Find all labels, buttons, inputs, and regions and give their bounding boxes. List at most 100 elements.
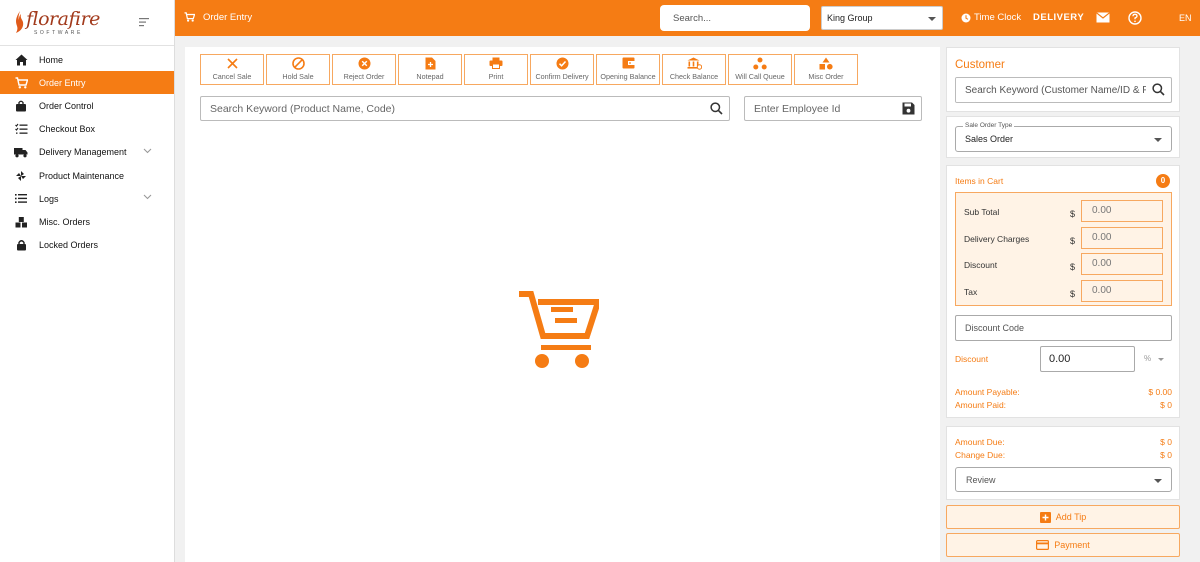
brand-logo[interactable]: florafire SOFTWARE: [14, 8, 100, 38]
delivery-charges-value: 0.00: [1081, 227, 1163, 249]
totals-box: Sub Total $ 0.00 Delivery Charges $ 0.00…: [955, 192, 1172, 306]
subtotal-row: Sub Total $ 0.00: [956, 200, 1171, 224]
save-icon[interactable]: [902, 102, 915, 115]
delivery-link[interactable]: DELIVERY: [1033, 12, 1084, 23]
help-icon[interactable]: [1128, 11, 1142, 25]
sidebar-item-home[interactable]: Home: [0, 48, 174, 71]
confirm-delivery-button[interactable]: Confirm Delivery: [530, 54, 594, 85]
bag-icon: [14, 99, 28, 113]
time-clock-link[interactable]: Time Clock: [961, 12, 1021, 23]
change-due-label: Change Due:: [955, 450, 1006, 460]
total-label: Discount: [964, 260, 998, 270]
action-label: Hold Sale: [282, 72, 314, 81]
opening-balance-button[interactable]: Opening Balance: [596, 54, 660, 85]
cart-summary-card: Items in Cart 0 Sub Total $ 0.00 Deliver…: [946, 165, 1180, 418]
discount-code-input[interactable]: [956, 316, 1171, 340]
will-call-queue-button[interactable]: Will Call Queue: [728, 54, 792, 85]
action-label: Will Call Queue: [735, 72, 785, 81]
caret-down-icon: [928, 17, 936, 21]
sidebar-item-label: Delivery Management: [39, 147, 127, 158]
amount-payable-value: $ 0.00: [1148, 387, 1172, 397]
add-box-icon: [1039, 511, 1051, 523]
time-clock-label: Time Clock: [974, 12, 1022, 23]
add-tip-button[interactable]: Add Tip: [946, 505, 1180, 529]
chevron-down-icon[interactable]: [143, 148, 152, 154]
wallet-icon: [622, 56, 635, 70]
cart-icon: [184, 12, 195, 22]
mail-icon[interactable]: [1096, 12, 1110, 23]
sidebar-item-label: Order Control: [39, 100, 94, 111]
sidebar-item-order-control[interactable]: Order Control: [0, 94, 174, 117]
amount-payable-label: Amount Payable:: [955, 387, 1020, 397]
amount-payable-row: Amount Payable: $ 0.00: [955, 387, 1172, 397]
discount-amount-field: [1040, 346, 1135, 372]
sale-order-type-select[interactable]: Sale Order Type Sales Order: [955, 122, 1172, 152]
amount-due-row: Amount Due: $ 0: [955, 437, 1172, 447]
sidebar-item-label: Order Entry: [39, 77, 86, 88]
add-tip-label: Add Tip: [1055, 512, 1087, 522]
lock-icon: [14, 238, 28, 252]
payment-button[interactable]: Payment: [946, 533, 1180, 557]
cancel-sale-button[interactable]: Cancel Sale: [200, 54, 264, 85]
reject-order-button[interactable]: Reject Order: [332, 54, 396, 85]
amount-paid-row: Amount Paid: $ 0: [955, 400, 1172, 410]
change-due-value: $ 0: [1160, 450, 1172, 460]
caret-down-icon: [1154, 479, 1162, 483]
sidebar-item-label: Product Maintenance: [39, 170, 125, 181]
sidebar-item-label: Locked Orders: [39, 240, 99, 251]
search-icon[interactable]: [710, 102, 723, 115]
product-search-input[interactable]: [201, 97, 729, 120]
cart-icon: [14, 76, 28, 90]
group-select[interactable]: King Group: [821, 6, 943, 30]
bank-icon: [687, 56, 702, 70]
check-circle-icon: [556, 56, 569, 70]
sale-order-type-value: Sales Order: [965, 134, 1014, 144]
note-add-icon: [425, 56, 436, 70]
sidebar-item-logs[interactable]: Logs: [0, 187, 174, 210]
action-label: Confirm Delivery: [535, 72, 589, 81]
top-bar: Order Entry King Group Time Clock DELIVE…: [175, 0, 1200, 36]
amount-due-value: $ 0: [1160, 437, 1172, 447]
sale-order-type-label: Sale Order Type: [963, 122, 1015, 129]
menu-collapse-icon[interactable]: [137, 15, 151, 29]
sidebar-nav: Home Order Entry Order Control Checkout …: [0, 46, 174, 257]
sidebar-item-delivery-management[interactable]: Delivery Management: [0, 141, 174, 164]
list-icon: [14, 192, 28, 206]
boxes-icon: [14, 215, 28, 229]
group-select-value: King Group: [827, 13, 873, 23]
global-search-input[interactable]: [660, 5, 810, 31]
chevron-down-icon[interactable]: [143, 194, 152, 200]
credit-card-icon: [1036, 540, 1050, 550]
hold-sale-button[interactable]: Hold Sale: [266, 54, 330, 85]
sidebar-item-checkout-box[interactable]: Checkout Box: [0, 118, 174, 141]
sidebar-item-order-entry[interactable]: Order Entry: [0, 71, 174, 95]
discount-type-select[interactable]: %: [1138, 346, 1171, 372]
subtotal-value: 0.00: [1081, 200, 1163, 222]
review-select[interactable]: Review: [955, 467, 1172, 492]
search-icon[interactable]: [1152, 83, 1165, 96]
discount-type-value: %: [1144, 354, 1152, 363]
total-label: Sub Total: [964, 207, 1000, 217]
employee-id-input[interactable]: [745, 97, 921, 120]
brand-name: florafire: [26, 8, 100, 30]
print-button[interactable]: Print: [464, 54, 528, 85]
discount-amount-input[interactable]: [1041, 347, 1134, 371]
printer-icon: [489, 56, 503, 70]
check-balance-button[interactable]: Check Balance: [662, 54, 726, 85]
sidebar-item-locked-orders[interactable]: Locked Orders: [0, 234, 174, 257]
customer-card: Customer: [946, 47, 1180, 112]
misc-order-button[interactable]: Misc Order: [794, 54, 858, 85]
sidebar-item-misc-orders[interactable]: Misc. Orders: [0, 210, 174, 233]
customer-search-input[interactable]: [956, 78, 1146, 102]
checklist-icon: [14, 122, 28, 136]
amount-paid-value: $ 0: [1160, 400, 1172, 410]
sidebar-item-product-maintenance[interactable]: Product Maintenance: [0, 164, 174, 187]
language-selector[interactable]: EN: [1179, 13, 1192, 23]
discount-row: Discount $ 0.00: [956, 253, 1171, 277]
action-label: Opening Balance: [600, 72, 656, 81]
tax-row: Tax $ 0.00: [956, 280, 1171, 304]
total-label: Tax: [964, 287, 978, 297]
product-search-field: [200, 96, 730, 121]
amount-paid-label: Amount Paid:: [955, 400, 1007, 410]
notepad-button[interactable]: Notepad: [398, 54, 462, 85]
